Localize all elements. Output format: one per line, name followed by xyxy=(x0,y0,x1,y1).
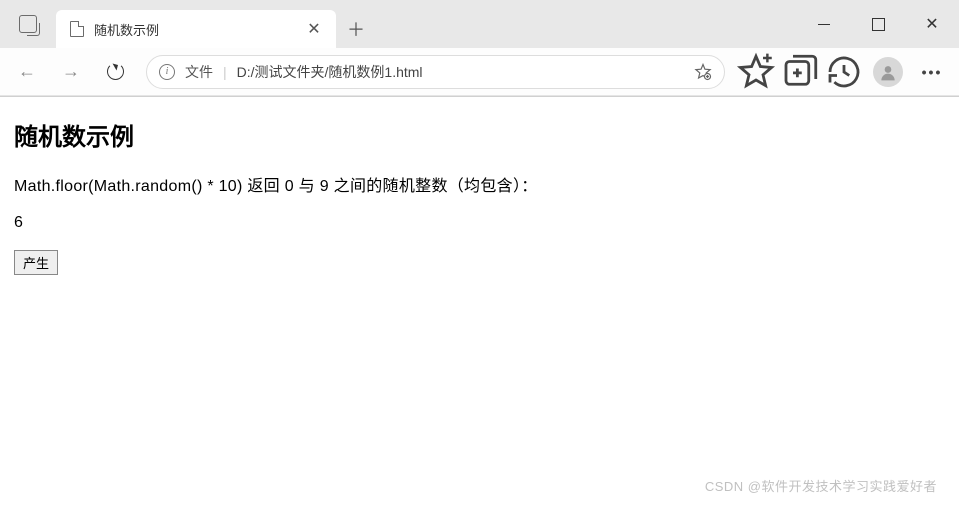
address-prefix: 文件 xyxy=(185,62,213,82)
app-menu-button[interactable] xyxy=(0,15,56,33)
result-value: 6 xyxy=(14,214,945,232)
refresh-button[interactable] xyxy=(94,52,136,92)
read-aloud-button[interactable] xyxy=(694,63,712,81)
separator: | xyxy=(223,64,227,80)
collections-button[interactable] xyxy=(779,52,821,92)
star-icon xyxy=(735,51,777,93)
back-button[interactable]: ← xyxy=(6,52,48,92)
address-bar[interactable]: i 文件 | D:/测试文件夹/随机数例1.html xyxy=(146,55,725,89)
page-description: Math.floor(Math.random() * 10) 返回 0 与 9 … xyxy=(14,172,945,196)
minimize-button[interactable] xyxy=(797,0,851,48)
close-tab-button[interactable]: ✕ xyxy=(304,19,324,39)
arrow-left-icon: ← xyxy=(18,61,36,82)
history-icon xyxy=(823,51,865,93)
generate-button[interactable]: 产生 xyxy=(14,250,58,275)
tab-title: 随机数示例 xyxy=(94,20,304,39)
window-controls: ✕ xyxy=(797,0,959,48)
page-content: 随机数示例 Math.floor(Math.random() * 10) 返回 … xyxy=(0,97,959,295)
profile-button[interactable] xyxy=(867,52,909,92)
browser-tab[interactable]: 随机数示例 ✕ xyxy=(56,10,336,48)
more-button[interactable]: ••• xyxy=(911,52,953,92)
page-heading: 随机数示例 xyxy=(14,117,945,152)
favorites-button[interactable] xyxy=(735,52,777,92)
document-icon xyxy=(70,21,84,37)
toolbar: ← → i 文件 | D:/测试文件夹/随机数例1.html xyxy=(0,48,959,96)
history-button[interactable] xyxy=(823,52,865,92)
maximize-button[interactable] xyxy=(851,0,905,48)
collections-icon xyxy=(779,51,821,93)
new-tab-button[interactable]: ＋ xyxy=(336,10,376,48)
info-icon[interactable]: i xyxy=(159,64,175,80)
refresh-icon xyxy=(107,63,124,80)
address-url: D:/测试文件夹/随机数例1.html xyxy=(237,62,684,82)
avatar-icon xyxy=(873,57,903,87)
more-icon: ••• xyxy=(922,64,943,80)
forward-button[interactable]: → xyxy=(50,52,92,92)
title-bar: 随机数示例 ✕ ＋ ✕ xyxy=(0,0,959,48)
arrow-right-icon: → xyxy=(62,61,80,82)
watermark: CSDN @软件开发技术学习实践爱好者 xyxy=(705,476,937,495)
tabs-icon xyxy=(19,15,37,33)
star-plus-icon xyxy=(694,63,712,81)
close-window-button[interactable]: ✕ xyxy=(905,0,959,48)
